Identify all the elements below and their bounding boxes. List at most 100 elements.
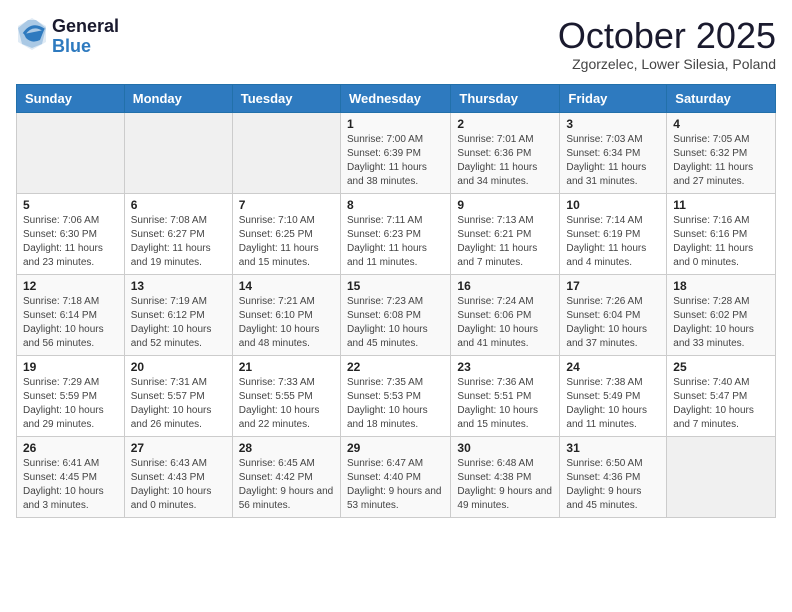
day-info: Sunrise: 7:33 AMSunset: 5:55 PMDaylight:…	[239, 376, 334, 432]
day-number: 12	[23, 279, 118, 293]
day-number: 11	[673, 198, 769, 212]
day-info: Sunrise: 6:45 AMSunset: 4:42 PMDaylight:…	[239, 457, 334, 513]
day-number: 3	[566, 117, 660, 131]
day-number: 9	[457, 198, 553, 212]
day-info: Sunrise: 6:48 AMSunset: 4:38 PMDaylight:…	[457, 457, 553, 513]
day-number: 27	[131, 441, 226, 455]
day-info: Sunrise: 7:26 AMSunset: 6:04 PMDaylight:…	[566, 295, 660, 351]
month-title: October 2025	[558, 16, 776, 56]
day-number: 6	[131, 198, 226, 212]
day-number: 8	[347, 198, 444, 212]
day-of-week-header: Wednesday	[340, 84, 450, 112]
logo: General Blue	[16, 16, 119, 57]
day-number: 1	[347, 117, 444, 131]
calendar-cell: 11 Sunrise: 7:16 AMSunset: 6:16 PMDayligh…	[667, 193, 776, 274]
calendar-cell	[17, 112, 125, 193]
calendar-cell: 26 Sunrise: 6:41 AMSunset: 4:45 PMDayligh…	[17, 436, 125, 517]
day-info: Sunrise: 6:41 AMSunset: 4:45 PMDaylight:…	[23, 457, 118, 513]
calendar-cell: 22Sunrise: 7:35 AMSunset: 5:53 PMDayligh…	[340, 355, 450, 436]
day-of-week-header: Thursday	[451, 84, 560, 112]
logo-text: General Blue	[52, 17, 119, 57]
day-info: Sunrise: 7:24 AMSunset: 6:06 PMDaylight:…	[457, 295, 553, 351]
day-info: Sunrise: 7:18 AMSunset: 6:14 PMDaylight:…	[23, 295, 118, 351]
day-number: 18	[673, 279, 769, 293]
calendar-cell: 28 Sunrise: 6:45 AMSunset: 4:42 PMDayligh…	[232, 436, 340, 517]
day-number: 16	[457, 279, 553, 293]
day-of-week-header: Friday	[560, 84, 667, 112]
calendar-week-row: 26 Sunrise: 6:41 AMSunset: 4:45 PMDayligh…	[17, 436, 776, 517]
day-info: Sunrise: 7:29 AMSunset: 5:59 PMDaylight:…	[23, 376, 118, 432]
day-info: Sunrise: 7:38 AMSunset: 5:49 PMDaylight:…	[566, 376, 660, 432]
day-info: Sunrise: 7:14 AMSunset: 6:19 PMDaylight:…	[566, 214, 660, 270]
calendar-cell: 19Sunrise: 7:29 AMSunset: 5:59 PMDayligh…	[17, 355, 125, 436]
calendar-cell: 31 Sunrise: 6:50 AMSunset: 4:36 PMDayligh…	[560, 436, 667, 517]
day-number: 2	[457, 117, 553, 131]
day-number: 13	[131, 279, 226, 293]
day-info: Sunrise: 7:01 AMSunset: 6:36 PMDaylight:…	[457, 133, 553, 189]
day-info: Sunrise: 7:31 AMSunset: 5:57 PMDaylight:…	[131, 376, 226, 432]
day-info: Sunrise: 6:50 AMSunset: 4:36 PMDaylight:…	[566, 457, 660, 513]
logo-blue: Blue	[52, 37, 119, 57]
calendar-cell: 12 Sunrise: 7:18 AMSunset: 6:14 PMDayligh…	[17, 274, 125, 355]
calendar-cell: 16 Sunrise: 7:24 AMSunset: 6:06 PMDayligh…	[451, 274, 560, 355]
day-number: 28	[239, 441, 334, 455]
calendar-cell: 27Sunrise: 6:43 AMSunset: 4:43 PMDayligh…	[124, 436, 232, 517]
day-of-week-header: Monday	[124, 84, 232, 112]
day-number: 25	[673, 360, 769, 374]
calendar-cell: 1 Sunrise: 7:00 AMSunset: 6:39 PMDaylight…	[340, 112, 450, 193]
day-of-week-header: Sunday	[17, 84, 125, 112]
calendar-table: SundayMondayTuesdayWednesdayThursdayFrid…	[16, 84, 776, 518]
day-of-week-header: Saturday	[667, 84, 776, 112]
day-number: 7	[239, 198, 334, 212]
calendar-cell: 9 Sunrise: 7:13 AMSunset: 6:21 PMDaylight…	[451, 193, 560, 274]
calendar-cell: 29Sunrise: 6:47 AMSunset: 4:40 PMDayligh…	[340, 436, 450, 517]
day-number: 22	[347, 360, 444, 374]
calendar-header-row: SundayMondayTuesdayWednesdayThursdayFrid…	[17, 84, 776, 112]
calendar-cell	[667, 436, 776, 517]
day-info: Sunrise: 7:13 AMSunset: 6:21 PMDaylight:…	[457, 214, 553, 270]
day-info: Sunrise: 7:11 AMSunset: 6:23 PMDaylight:…	[347, 214, 444, 270]
calendar-week-row: 19Sunrise: 7:29 AMSunset: 5:59 PMDayligh…	[17, 355, 776, 436]
day-info: Sunrise: 7:03 AMSunset: 6:34 PMDaylight:…	[566, 133, 660, 189]
day-info: Sunrise: 7:00 AMSunset: 6:39 PMDaylight:…	[347, 133, 444, 189]
day-of-week-header: Tuesday	[232, 84, 340, 112]
day-info: Sunrise: 7:08 AMSunset: 6:27 PMDaylight:…	[131, 214, 226, 270]
calendar-week-row: 5Sunrise: 7:06 AMSunset: 6:30 PMDaylight…	[17, 193, 776, 274]
day-info: Sunrise: 7:40 AMSunset: 5:47 PMDaylight:…	[673, 376, 769, 432]
calendar-cell: 2 Sunrise: 7:01 AMSunset: 6:36 PMDaylight…	[451, 112, 560, 193]
day-info: Sunrise: 7:05 AMSunset: 6:32 PMDaylight:…	[673, 133, 769, 189]
calendar-cell: 5Sunrise: 7:06 AMSunset: 6:30 PMDaylight…	[17, 193, 125, 274]
day-info: Sunrise: 7:28 AMSunset: 6:02 PMDaylight:…	[673, 295, 769, 351]
calendar-cell: 3 Sunrise: 7:03 AMSunset: 6:34 PMDaylight…	[560, 112, 667, 193]
calendar-cell: 17Sunrise: 7:26 AMSunset: 6:04 PMDayligh…	[560, 274, 667, 355]
calendar-cell: 23Sunrise: 7:36 AMSunset: 5:51 PMDayligh…	[451, 355, 560, 436]
calendar-cell: 10 Sunrise: 7:14 AMSunset: 6:19 PMDayligh…	[560, 193, 667, 274]
day-info: Sunrise: 7:16 AMSunset: 6:16 PMDaylight:…	[673, 214, 769, 270]
day-number: 15	[347, 279, 444, 293]
day-number: 4	[673, 117, 769, 131]
day-info: Sunrise: 7:10 AMSunset: 6:25 PMDaylight:…	[239, 214, 334, 270]
day-number: 14	[239, 279, 334, 293]
day-info: Sunrise: 7:21 AMSunset: 6:10 PMDaylight:…	[239, 295, 334, 351]
calendar-cell	[232, 112, 340, 193]
day-info: Sunrise: 7:19 AMSunset: 6:12 PMDaylight:…	[131, 295, 226, 351]
calendar-cell: 4 Sunrise: 7:05 AMSunset: 6:32 PMDaylight…	[667, 112, 776, 193]
day-info: Sunrise: 6:47 AMSunset: 4:40 PMDaylight:…	[347, 457, 444, 513]
calendar-cell: 14 Sunrise: 7:21 AMSunset: 6:10 PMDayligh…	[232, 274, 340, 355]
day-info: Sunrise: 7:36 AMSunset: 5:51 PMDaylight:…	[457, 376, 553, 432]
calendar-cell: 6 Sunrise: 7:08 AMSunset: 6:27 PMDaylight…	[124, 193, 232, 274]
logo-icon	[16, 16, 48, 52]
day-number: 10	[566, 198, 660, 212]
calendar-cell: 21Sunrise: 7:33 AMSunset: 5:55 PMDayligh…	[232, 355, 340, 436]
calendar-cell: 24Sunrise: 7:38 AMSunset: 5:49 PMDayligh…	[560, 355, 667, 436]
calendar-cell: 20Sunrise: 7:31 AMSunset: 5:57 PMDayligh…	[124, 355, 232, 436]
calendar-cell: 7 Sunrise: 7:10 AMSunset: 6:25 PMDaylight…	[232, 193, 340, 274]
calendar-cell: 13 Sunrise: 7:19 AMSunset: 6:12 PMDayligh…	[124, 274, 232, 355]
day-number: 31	[566, 441, 660, 455]
page-header: General Blue October 2025 Zgorzelec, Low…	[16, 16, 776, 72]
calendar-week-row: 1 Sunrise: 7:00 AMSunset: 6:39 PMDaylight…	[17, 112, 776, 193]
day-info: Sunrise: 7:23 AMSunset: 6:08 PMDaylight:…	[347, 295, 444, 351]
day-number: 30	[457, 441, 553, 455]
day-number: 5	[23, 198, 118, 212]
day-number: 26	[23, 441, 118, 455]
